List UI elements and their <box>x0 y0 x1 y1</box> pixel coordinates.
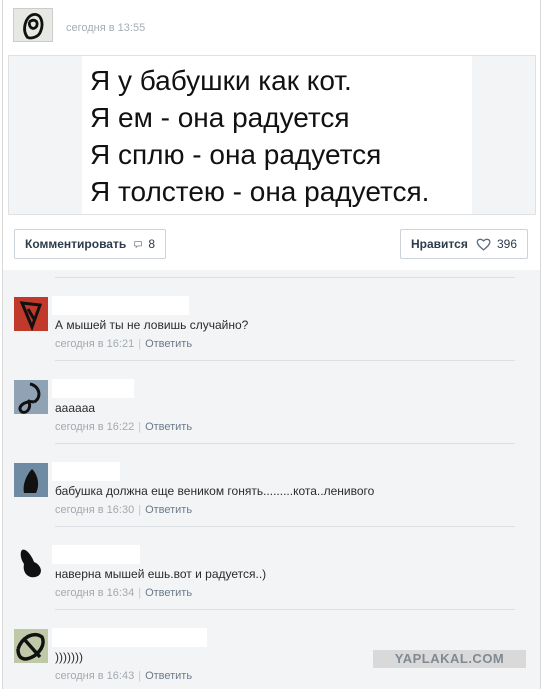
poem-line: Я у бабушки как кот. <box>90 65 352 96</box>
reply-link[interactable]: Ответить <box>145 587 192 599</box>
commenter-name-redacted[interactable] <box>52 379 134 398</box>
poem-line: Я толстею - она радуется. <box>90 176 430 207</box>
comment-text: наверна мышей ешь.вот и радуется..) <box>55 567 267 581</box>
poem-line: Я сплю - она радуется <box>90 139 382 170</box>
comment-item: бабушка должна еще веником гонять.......… <box>3 443 540 526</box>
like-button[interactable]: Нравится 396 <box>400 229 528 259</box>
comments-section: А мышей ты не ловишь случайно? сегодня в… <box>3 270 540 689</box>
author-avatar[interactable] <box>13 8 53 42</box>
meta-separator: | <box>138 504 142 516</box>
comment-timestamp: сегодня в 16:30 <box>55 504 135 516</box>
comment-text: бабушка должна еще веником гонять.......… <box>55 484 375 498</box>
meta-separator: | <box>138 587 142 599</box>
comment-item: А мышей ты не ловишь случайно? сегодня в… <box>3 277 540 360</box>
comment-item: аааааа сегодня в 16:22 | Ответить <box>3 360 540 443</box>
site-watermark: YAPLAKAL.COM <box>373 650 526 668</box>
comment-text: А мышей ты не ловишь случайно? <box>55 318 249 332</box>
commenter-name-redacted[interactable] <box>52 545 140 564</box>
comment-divider <box>55 609 515 610</box>
like-button-label: Нравится <box>411 237 468 251</box>
meta-separator: | <box>138 670 142 682</box>
reply-link[interactable]: Ответить <box>145 421 192 433</box>
comment-text: ))))))) <box>55 650 83 664</box>
comment-timestamp: сегодня в 16:21 <box>55 338 135 350</box>
comment-timestamp: сегодня в 16:43 <box>55 670 135 682</box>
reply-link[interactable]: Ответить <box>145 670 192 682</box>
meta-separator: | <box>138 338 142 350</box>
meta-separator: | <box>138 421 142 433</box>
comment-icon <box>134 240 142 248</box>
reply-link[interactable]: Ответить <box>145 338 192 350</box>
poem-line: Я ем - она радуется <box>90 102 350 133</box>
commenter-avatar[interactable] <box>14 546 48 580</box>
commenter-avatar[interactable] <box>14 463 48 497</box>
comment-text: аааааа <box>55 401 96 415</box>
post-image-text: Я у бабушки как кот. Я ем - она радуется… <box>82 56 472 214</box>
commenter-avatar[interactable] <box>14 380 48 414</box>
comment-meta: сегодня в 16:34 | Ответить <box>55 587 192 599</box>
post-timestamp: сегодня в 13:55 <box>66 22 146 34</box>
comment-meta: сегодня в 16:21 | Ответить <box>55 338 192 350</box>
comment-button[interactable]: Комментировать 8 <box>14 229 166 259</box>
commenter-name-redacted[interactable] <box>52 296 189 315</box>
heart-icon <box>476 238 491 251</box>
comment-divider <box>55 443 515 444</box>
commenter-avatar[interactable] <box>14 629 48 663</box>
commenter-name-redacted[interactable] <box>52 628 207 647</box>
comment-timestamp: сегодня в 16:22 <box>55 421 135 433</box>
comment-meta: сегодня в 16:22 | Ответить <box>55 421 192 433</box>
comment-item: наверна мышей ешь.вот и радуется..) сего… <box>3 526 540 609</box>
comment-count: 8 <box>148 237 155 251</box>
comment-meta: сегодня в 16:30 | Ответить <box>55 504 192 516</box>
comment-divider <box>55 526 515 527</box>
comment-timestamp: сегодня в 16:34 <box>55 587 135 599</box>
comment-divider <box>55 360 515 361</box>
like-count: 396 <box>496 237 517 251</box>
commenter-name-redacted[interactable] <box>52 462 120 481</box>
comment-meta: сегодня в 16:43 | Ответить <box>55 670 192 682</box>
post-image-card: Я у бабушки как кот. Я ем - она радуется… <box>8 55 536 215</box>
comment-divider <box>55 277 515 278</box>
comment-button-label: Комментировать <box>25 237 127 251</box>
reply-link[interactable]: Ответить <box>145 504 192 516</box>
commenter-avatar[interactable] <box>14 297 48 332</box>
